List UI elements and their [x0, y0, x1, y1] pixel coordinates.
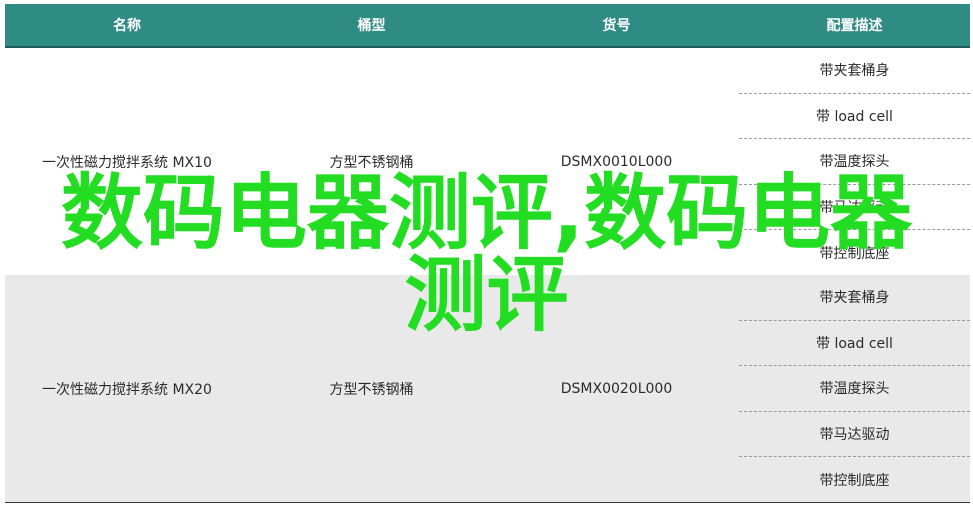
- config-item: 带控制底座: [819, 472, 890, 489]
- config-item: 带温度探头: [739, 139, 970, 185]
- table-row: 一次性磁力搅拌系统 MX10 方型不锈钢桶 DSMX0010L000 带夹套桶身…: [5, 48, 970, 275]
- item-no-cell: DSMX0020L000: [560, 380, 673, 397]
- config-item: 带温度探头: [739, 366, 970, 412]
- header-name: 名称: [113, 18, 141, 34]
- config-list: 带夹套桶身 带 load cell 带温度探头 带马达驱动 带控制底座: [739, 275, 970, 502]
- config-item: 带马达驱动: [739, 185, 970, 231]
- product-name-cell: 一次性磁力搅拌系统 MX20: [42, 381, 212, 398]
- config-item: 带 load cell: [739, 94, 970, 140]
- header-bucket-type: 桶型: [357, 18, 386, 34]
- config-list: 带夹套桶身 带 load cell 带温度探头 带马达驱动 带控制底座: [739, 48, 970, 275]
- config-item: 带 load cell: [739, 321, 970, 367]
- bucket-type-cell: 方型不锈钢桶: [329, 154, 414, 171]
- item-no-cell: DSMX0010L000: [560, 153, 673, 170]
- product-name-cell: 一次性磁力搅拌系统 MX10: [42, 154, 212, 171]
- config-item: 带马达驱动: [739, 412, 970, 458]
- config-item: 带控制底座: [819, 245, 890, 262]
- table-header: 名称 桶型 货号 配置描述: [5, 4, 970, 48]
- product-table: 名称 桶型 货号 配置描述 一次性磁力搅拌系统 MX10 方型不锈钢桶 DSMX…: [5, 4, 970, 503]
- table-row: 一次性磁力搅拌系统 MX20 方型不锈钢桶 DSMX0020L000 带夹套桶身…: [5, 275, 970, 502]
- config-item: 带夹套桶身: [739, 275, 970, 321]
- header-config: 配置描述: [826, 18, 883, 34]
- header-item-no: 货号: [602, 18, 631, 34]
- bucket-type-cell: 方型不锈钢桶: [329, 381, 414, 398]
- config-item: 带夹套桶身: [739, 48, 970, 94]
